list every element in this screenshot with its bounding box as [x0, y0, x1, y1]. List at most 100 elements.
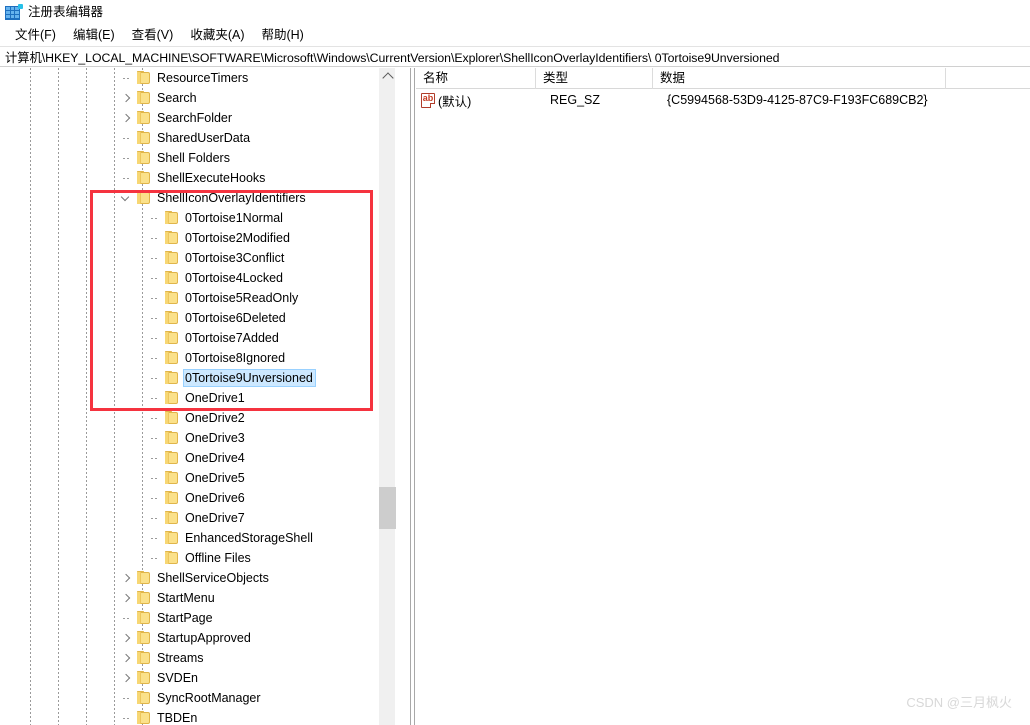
tree-item-onedrive7[interactable]: OneDrive7 — [0, 508, 395, 528]
tree-leaf-connector — [146, 428, 162, 448]
tree-item-label: SVDEn — [157, 671, 198, 685]
chevron-right-icon[interactable] — [118, 668, 134, 688]
chevron-right-icon[interactable] — [118, 588, 134, 608]
tree-item-shellexecutehooks[interactable]: ShellExecuteHooks — [0, 168, 395, 188]
tree-item-0tortoise6deleted[interactable]: 0Tortoise6Deleted — [0, 308, 395, 328]
tree-leaf-connector — [146, 308, 162, 328]
tree-item-label: SyncRootManager — [157, 691, 261, 705]
tree-item-svden[interactable]: SVDEn — [0, 668, 395, 688]
column-header-name[interactable]: 名称 — [416, 68, 536, 89]
tree-item-onedrive5[interactable]: OneDrive5 — [0, 468, 395, 488]
menu-help[interactable]: 帮助(H) — [253, 25, 312, 45]
folder-icon — [136, 671, 152, 685]
scroll-up-arrow-icon[interactable] — [379, 68, 396, 85]
folder-icon — [136, 571, 152, 585]
tree-leaf-connector — [146, 208, 162, 228]
tree-leaf-connector — [146, 268, 162, 288]
tree-item-label: 0Tortoise4Locked — [185, 271, 283, 285]
column-header-type[interactable]: 类型 — [536, 68, 653, 89]
tree-item-label: ShellServiceObjects — [157, 571, 269, 585]
chevron-right-icon[interactable] — [118, 648, 134, 668]
tree-item-resourcetimers[interactable]: ResourceTimers — [0, 68, 395, 88]
string-value-icon: ab — [421, 92, 435, 108]
chevron-right-icon[interactable] — [118, 568, 134, 588]
folder-icon — [136, 591, 152, 605]
pane-splitter[interactable] — [410, 68, 415, 725]
tree-item-search[interactable]: Search — [0, 88, 395, 108]
column-header-data[interactable]: 数据 — [653, 68, 946, 89]
tree-item-tbden[interactable]: TBDEn — [0, 708, 395, 725]
tree-leaf-connector — [146, 468, 162, 488]
tree-item-label: 0Tortoise3Conflict — [185, 251, 285, 265]
tree-item-label: OneDrive5 — [185, 471, 245, 485]
scrollbar-thumb[interactable] — [379, 487, 396, 529]
chevron-right-icon[interactable] — [118, 108, 134, 128]
tree-item-onedrive3[interactable]: OneDrive3 — [0, 428, 395, 448]
tree-item-label: SearchFolder — [157, 111, 233, 125]
folder-icon — [164, 531, 180, 545]
tree-item-0tortoise2modified[interactable]: 0Tortoise2Modified — [0, 228, 395, 248]
tree-item-0tortoise3conflict[interactable]: 0Tortoise3Conflict — [0, 248, 395, 268]
watermark: CSDN @三月枫火 — [906, 695, 1012, 710]
folder-icon — [164, 351, 180, 365]
tree-leaf-connector — [118, 128, 134, 148]
tree-item-0tortoise5readonly[interactable]: 0Tortoise5ReadOnly — [0, 288, 395, 308]
tree-leaf-connector — [118, 168, 134, 188]
chevron-right-icon[interactable] — [118, 88, 134, 108]
value-data: {C5994568-53D9-4125-87C9-F193FC689CB2} — [667, 93, 928, 107]
tree-item-startupapproved[interactable]: StartupApproved — [0, 628, 395, 648]
tree-item-label: 0Tortoise5ReadOnly — [185, 291, 299, 305]
tree-leaf-connector — [118, 148, 134, 168]
tree-item-streams[interactable]: Streams — [0, 648, 395, 668]
tree-item-shareduserdata[interactable]: SharedUserData — [0, 128, 395, 148]
tree-item-label: TBDEn — [157, 711, 198, 725]
menu-favorites[interactable]: 收藏夹(A) — [182, 25, 253, 45]
tree-item-0tortoise7added[interactable]: 0Tortoise7Added — [0, 328, 395, 348]
tree-item-0tortoise8ignored[interactable]: 0Tortoise8Ignored — [0, 348, 395, 368]
tree-item-startmenu[interactable]: StartMenu — [0, 588, 395, 608]
values-list[interactable]: ab (默认) REG_SZ {C5994568-53D9-4125-87C9-F19… — [416, 89, 1030, 111]
tree-item-label: StartupApproved — [157, 631, 251, 645]
tree-item-onedrive4[interactable]: OneDrive4 — [0, 448, 395, 468]
tree-item-enhancedstorageshell[interactable]: EnhancedStorageShell — [0, 528, 395, 548]
tree-item-shell-folders[interactable]: Shell Folders — [0, 148, 395, 168]
folder-icon — [164, 391, 180, 405]
registry-tree[interactable]: ResourceTimers Search SearchFolder SharedUs… — [0, 68, 395, 725]
tree-item-onedrive2[interactable]: OneDrive2 — [0, 408, 395, 428]
chevron-down-icon[interactable] — [118, 188, 134, 208]
tree-leaf-connector — [118, 68, 134, 88]
tree-item-offline-files[interactable]: Offline Files — [0, 548, 395, 568]
tree-leaf-connector — [118, 708, 134, 725]
title-bar: 注册表编辑器 — [0, 0, 1030, 24]
tree-item-0tortoise4locked[interactable]: 0Tortoise4Locked — [0, 268, 395, 288]
folder-icon — [164, 451, 180, 465]
tree-vertical-scrollbar[interactable] — [378, 68, 396, 725]
content-panes: ResourceTimers Search SearchFolder SharedUs… — [0, 68, 1030, 725]
tree-item-onedrive1[interactable]: OneDrive1 — [0, 388, 395, 408]
tree-leaf-connector — [146, 368, 162, 388]
tree-item-syncrootmanager[interactable]: SyncRootManager — [0, 688, 395, 708]
registry-editor-icon — [5, 3, 23, 21]
menu-file[interactable]: 文件(F) — [7, 25, 65, 45]
tree-item-0tortoise1normal[interactable]: 0Tortoise1Normal — [0, 208, 395, 228]
tree-item-label: OneDrive3 — [185, 431, 245, 445]
tree-leaf-connector — [146, 248, 162, 268]
tree-item-shellserviceobjects[interactable]: ShellServiceObjects — [0, 568, 395, 588]
address-bar[interactable]: 计算机\HKEY_LOCAL_MACHINE\SOFTWARE\Microsof… — [0, 46, 1030, 67]
tree-item-0tortoise9unversioned[interactable]: 0Tortoise9Unversioned — [0, 368, 395, 388]
tree-item-label: OneDrive2 — [185, 411, 245, 425]
tree-item-searchfolder[interactable]: SearchFolder — [0, 108, 395, 128]
menu-edit[interactable]: 编辑(E) — [65, 25, 124, 45]
tree-item-startpage[interactable]: StartPage — [0, 608, 395, 628]
tree-item-onedrive6[interactable]: OneDrive6 — [0, 488, 395, 508]
value-type: REG_SZ — [550, 93, 601, 107]
chevron-right-icon[interactable] — [118, 628, 134, 648]
tree-leaf-connector — [146, 348, 162, 368]
folder-icon — [164, 491, 180, 505]
tree-leaf-connector — [146, 488, 162, 508]
tree-item-shelliconoverlayidentifiers[interactable]: ShellIconOverlayIdentifiers — [0, 188, 395, 208]
folder-icon — [164, 371, 180, 385]
menu-view[interactable]: 查看(V) — [124, 25, 183, 45]
value-row[interactable]: ab (默认) REG_SZ {C5994568-53D9-4125-87C9-F19… — [416, 89, 1030, 111]
tree-item-label: 0Tortoise6Deleted — [185, 311, 286, 325]
